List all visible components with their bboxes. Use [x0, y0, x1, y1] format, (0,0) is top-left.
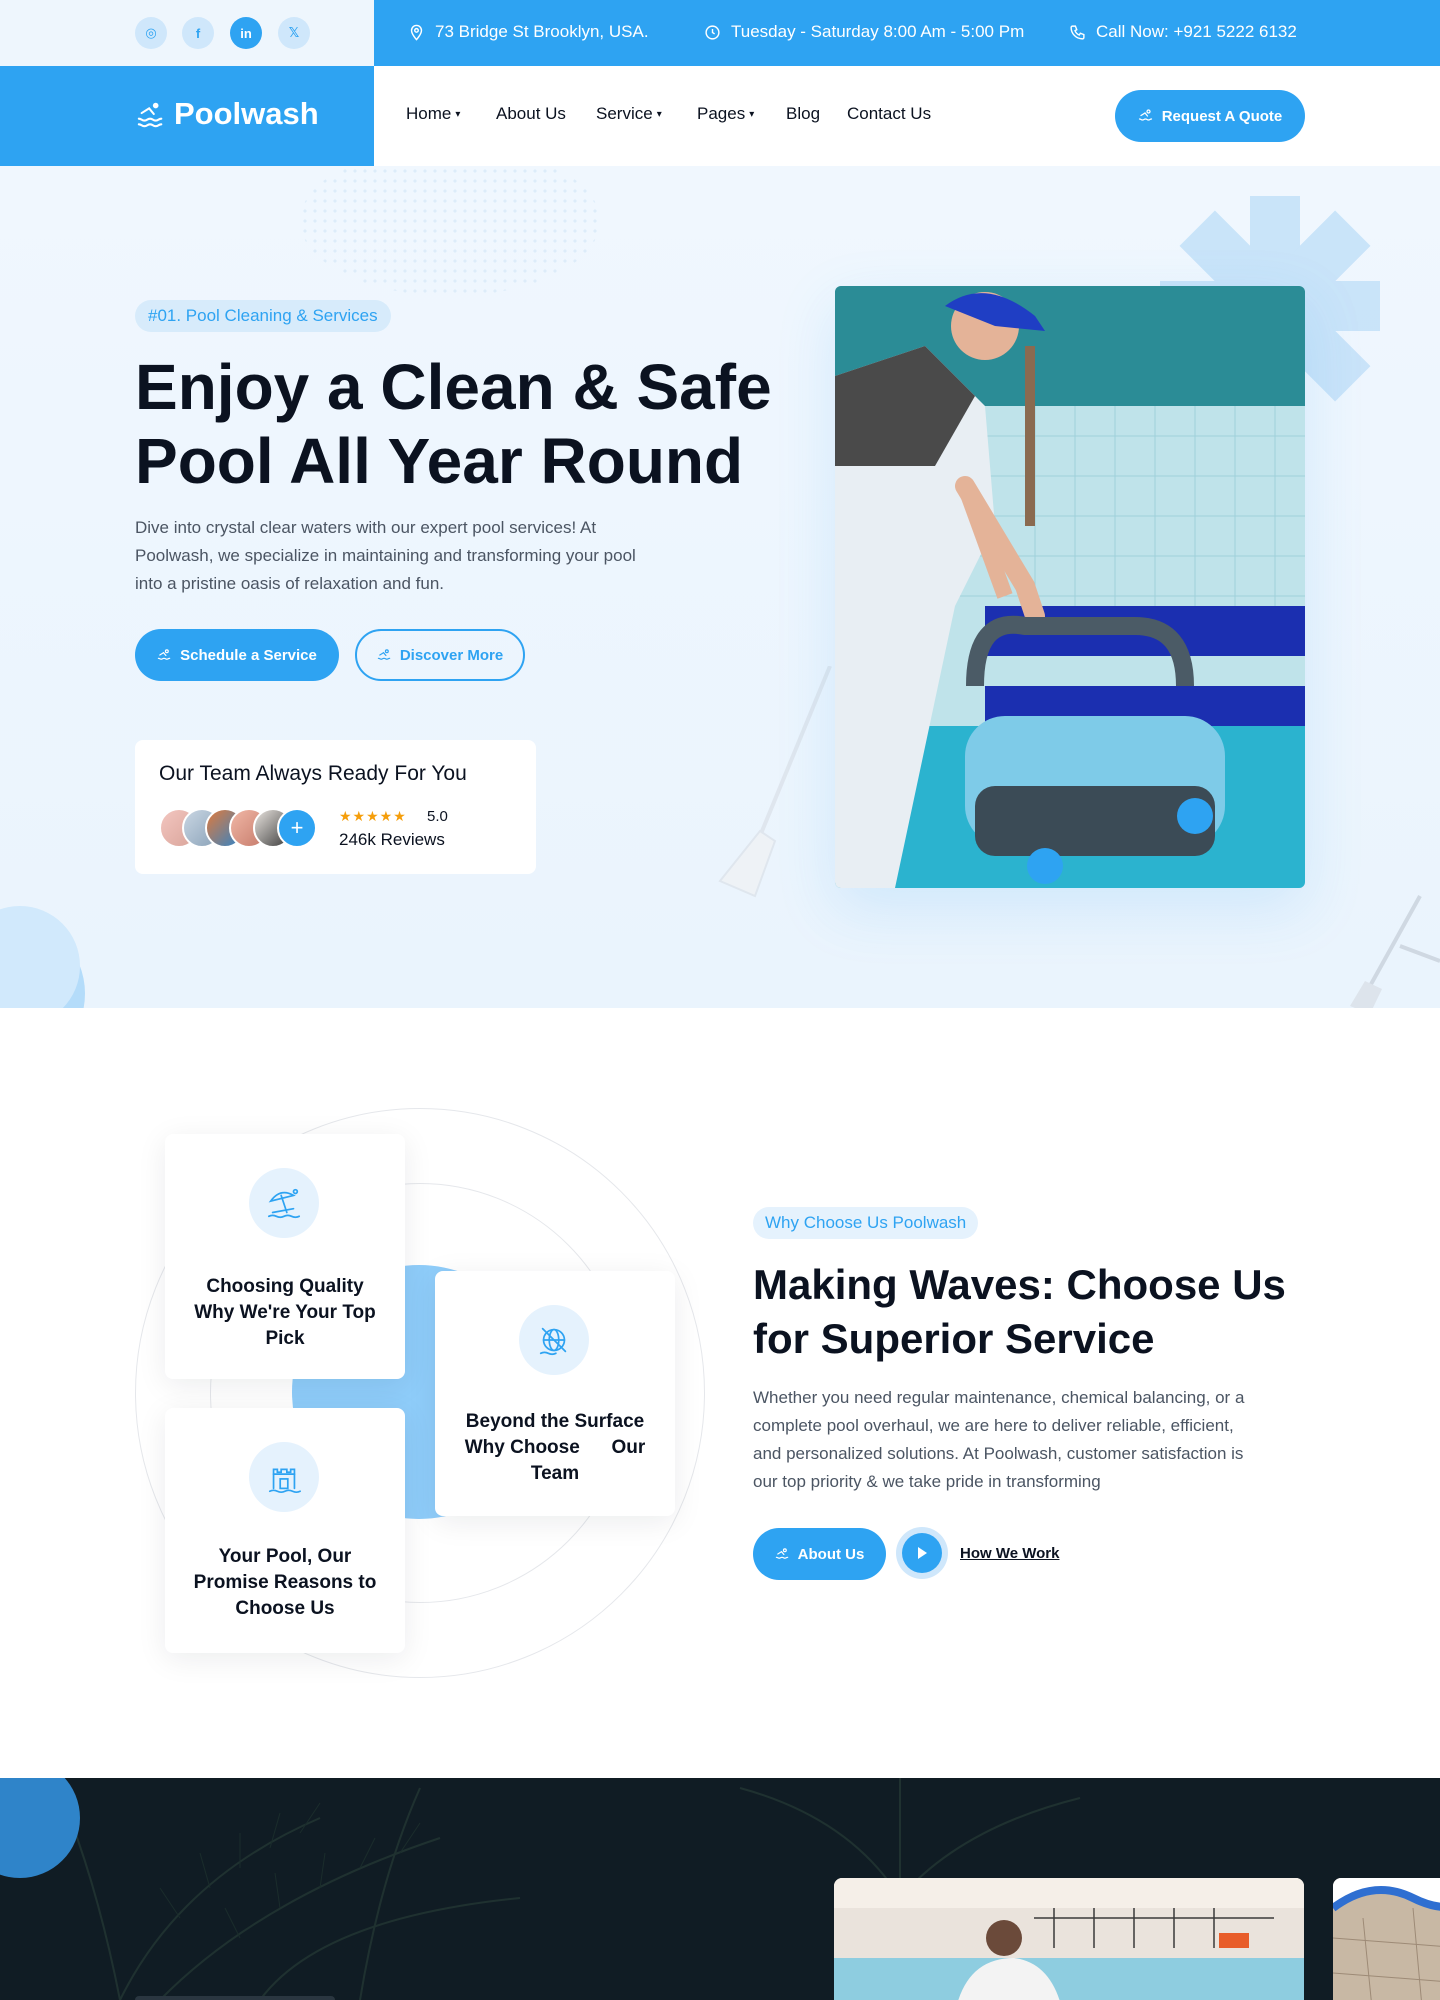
hero-image-pool-cleaner	[835, 286, 1305, 888]
logo[interactable]: Poolwash	[136, 96, 319, 132]
top-bar: ◎ f in 𝕏 73 Bridge St Brooklyn, USA. Tue…	[0, 0, 1440, 66]
phone-text: Call Now: +921 5222 6132	[1096, 22, 1297, 41]
tag-placeholder	[135, 1996, 335, 2000]
nav-pages-label: Pages	[697, 104, 746, 123]
nav-service-label: Service	[596, 104, 653, 123]
swimmer-icon	[775, 1547, 788, 1559]
add-member-icon[interactable]: +	[277, 808, 317, 848]
nav-service[interactable]: Service ▾	[596, 104, 662, 124]
globe-cross-icon	[519, 1305, 589, 1375]
clock-icon	[705, 24, 720, 40]
hero-title: Enjoy a Clean & Safe Pool All Year Round	[135, 350, 775, 498]
feature-card-quality[interactable]: Choosing Quality Why We're Your Top Pick	[165, 1134, 405, 1379]
social-bar: ◎ f in 𝕏	[0, 0, 374, 66]
phone-info[interactable]: Call Now: +921 5222 6132	[1069, 22, 1297, 42]
logo-box: Poolwash	[0, 66, 374, 166]
map-pin-icon	[410, 24, 423, 41]
address-info: 73 Bridge St Brooklyn, USA.	[408, 22, 649, 42]
why-title: Making Waves: Choose Us for Superior Ser…	[753, 1261, 1286, 1362]
nav-blog-label: Blog	[786, 104, 821, 123]
hero-description: Dive into crystal clear waters with our …	[135, 518, 636, 593]
chevron-down-icon: ▾	[455, 108, 461, 120]
linkedin-icon[interactable]: in	[230, 17, 262, 49]
hero-tag: #01. Pool Cleaning & Services	[135, 300, 391, 332]
discover-more-button[interactable]: Discover More	[355, 629, 525, 681]
swimmer-icon	[157, 648, 171, 660]
feature-card-promise[interactable]: Your Pool, Our Promise Reasons to Choose…	[165, 1408, 405, 1653]
palm-leaves-decoration	[69, 1787, 521, 2000]
chevron-down-icon: ▾	[656, 108, 662, 120]
reviews-count: 246k Reviews	[339, 830, 445, 849]
nav-home-label: Home	[406, 104, 452, 123]
feature-title-beyond: Beyond the Surface Why Choose Our Team	[464, 1411, 651, 1484]
pool-tiles-illustration	[1333, 1878, 1440, 2000]
beach-umbrella-icon	[249, 1168, 319, 1238]
swimmer-logo-icon	[137, 102, 163, 128]
gallery-image-pool-worker	[834, 1878, 1304, 2000]
main-navbar: Poolwash Home ▾ About Us Service ▾ Pages ▾ …	[0, 66, 1440, 166]
nav-home[interactable]: Home ▾	[406, 104, 460, 124]
nav-pages[interactable]: Pages ▾	[697, 104, 754, 124]
team-card: Our Team Always Ready For You + ★★★★★ 5.…	[135, 740, 536, 874]
about-us-label: About Us	[797, 1545, 865, 1563]
why-tag: Why Choose Us Poolwash	[753, 1207, 979, 1239]
request-quote-button[interactable]: Request A Quote	[1115, 90, 1305, 142]
star-rating-icon: ★★★★★	[339, 808, 407, 824]
why-description: Whether you need regular maintenance, ch…	[753, 1388, 1245, 1491]
request-quote-label: Request A Quote	[1161, 107, 1283, 125]
facebook-icon[interactable]: f	[182, 17, 214, 49]
instagram-icon[interactable]: ◎	[135, 17, 167, 49]
swimmer-icon	[377, 648, 391, 660]
logo-text: Poolwash	[174, 96, 319, 131]
nav-blog[interactable]: Blog	[786, 104, 820, 124]
nav-about-label: About Us	[496, 104, 566, 123]
nav-contact-label: Contact Us	[847, 104, 932, 123]
chevron-down-icon: ▾	[749, 108, 755, 120]
schedule-service-label: Schedule a Service	[180, 646, 317, 664]
about-us-button[interactable]: About Us	[753, 1528, 886, 1580]
feature-card-beyond[interactable]: Beyond the Surface Why Choose Our Team	[435, 1271, 675, 1516]
hours-text: Tuesday - Saturday 8:00 Am - 5:00 Pm	[731, 22, 1025, 41]
discover-more-label: Discover More	[399, 646, 504, 664]
dark-gallery-section	[0, 1778, 1440, 2000]
how-we-work-link[interactable]: How We Work	[960, 1545, 1059, 1562]
play-icon	[918, 1547, 927, 1559]
rating-value: 5.0	[427, 808, 448, 825]
feature-title-quality: Choosing Quality Why We're Your Top Pick	[194, 1276, 376, 1349]
gallery-image-pool-tiles	[1333, 1878, 1440, 2000]
castle-icon	[249, 1442, 319, 1512]
nav-about-us[interactable]: About Us	[496, 104, 566, 124]
pool-cleaning-illustration	[835, 286, 1305, 888]
schedule-service-button[interactable]: Schedule a Service	[135, 629, 339, 681]
pool-worker-illustration	[834, 1878, 1304, 2000]
nav-contact-us[interactable]: Contact Us	[847, 104, 931, 124]
why-choose-section: Choosing Quality Why We're Your Top Pick…	[0, 1008, 1440, 1778]
dot-pattern-decoration	[300, 166, 600, 296]
hero-title-line1: Enjoy a Clean & Safe	[135, 351, 772, 423]
broom-decoration	[718, 666, 832, 898]
feature-title-promise: Your Pool, Our Promise Reasons to Choose…	[193, 1546, 377, 1619]
circle-decoration-inner	[0, 906, 80, 1008]
squeegee-decoration	[1350, 895, 1440, 1008]
phone-icon	[1070, 24, 1085, 40]
swimmer-icon	[1138, 109, 1152, 121]
team-card-title: Our Team Always Ready For You	[159, 762, 467, 785]
hero-section: #01. Pool Cleaning & Services Enjoy a Cl…	[0, 166, 1440, 1008]
hero-title-line2: Pool All Year Round	[135, 425, 744, 497]
play-video-button[interactable]	[902, 1533, 942, 1573]
address-text: 73 Bridge St Brooklyn, USA.	[435, 22, 649, 41]
contact-bar: 73 Bridge St Brooklyn, USA. Tuesday - Sa…	[374, 0, 1440, 66]
hours-info: Tuesday - Saturday 8:00 Am - 5:00 Pm	[704, 22, 1024, 42]
x-twitter-icon[interactable]: 𝕏	[278, 17, 310, 49]
